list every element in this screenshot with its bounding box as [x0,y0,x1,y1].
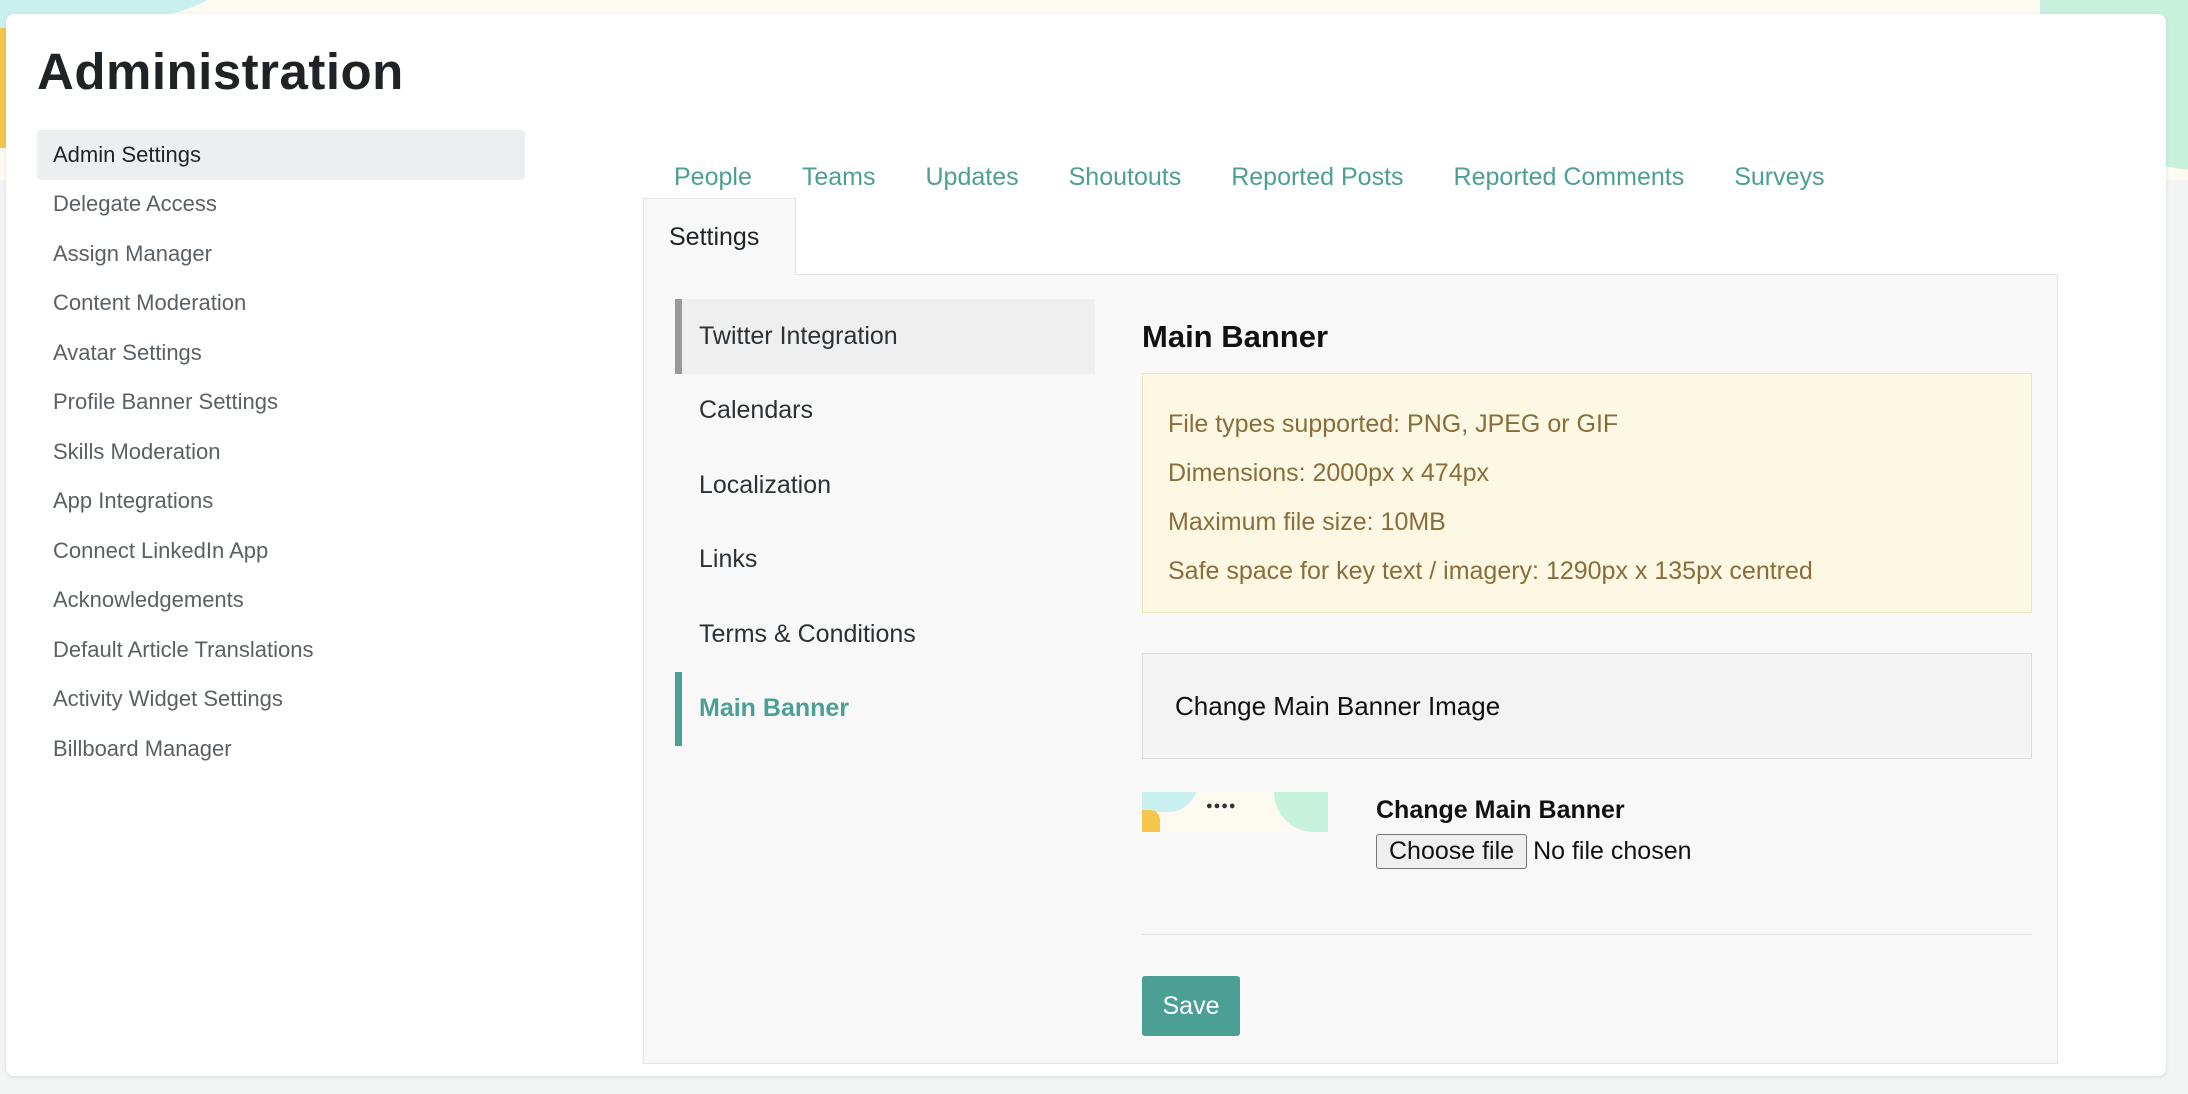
tab-teams[interactable]: Teams [777,163,901,192]
subnav-item-localization[interactable]: Localization [675,448,1095,523]
sidebar-item-label: Admin Settings [53,141,201,167]
tab-surveys[interactable]: Surveys [1709,163,1849,192]
thumbnail-decoration [1274,792,1328,832]
tab-settings[interactable]: Settings [643,198,796,275]
sidebar-item-label: Acknowledgements [53,587,244,613]
thumbnail-decoration [1142,792,1198,812]
subnav-item-calendars[interactable]: Calendars [675,374,1095,449]
sidebar-item-default-article-translations[interactable]: Default Article Translations [37,625,525,675]
sidebar-item-label: Skills Moderation [53,438,221,464]
banner-thumbnail: ●●●● [1142,792,1328,832]
sidebar-item-content-moderation[interactable]: Content Moderation [37,279,525,329]
subnav-item-label: Calendars [699,396,813,425]
info-max-file-size: Maximum file size: 10MB [1168,508,1446,536]
change-banner-header: Change Main Banner Image [1142,653,2032,759]
sidebar-item-profile-banner-settings[interactable]: Profile Banner Settings [37,378,525,428]
sidebar-item-connect-linkedin-app[interactable]: Connect LinkedIn App [37,526,525,576]
tab-shoutouts[interactable]: Shoutouts [1044,163,1207,192]
file-requirements-info: File types supported: PNG, JPEG or GIF D… [1142,373,2032,613]
upload-label: Change Main Banner [1376,795,1625,824]
section-title: Main Banner [1142,318,1329,354]
sidebar-item-acknowledgements[interactable]: Acknowledgements [37,576,525,626]
subnav-item-label: Twitter Integration [699,321,898,350]
admin-tabs: People Teams Updates Shoutouts Reported … [649,149,2069,205]
subnav-item-label: Terms & Conditions [699,619,916,648]
tab-row: People Teams Updates Shoutouts Reported … [649,149,2069,205]
sidebar-item-activity-widget-settings[interactable]: Activity Widget Settings [37,675,525,725]
tab-reported-comments[interactable]: Reported Comments [1429,163,1710,192]
sidebar-item-label: App Integrations [53,488,214,514]
info-file-types: File types supported: PNG, JPEG or GIF [1168,410,1619,438]
sidebar-item-billboard-manager[interactable]: Billboard Manager [37,724,525,774]
subnav-item-main-banner[interactable]: Main Banner [675,671,1095,746]
upload-row: ●●●● Change Main Banner Choose file No f… [1142,792,2032,922]
subnav-item-links[interactable]: Links [675,523,1095,598]
sidebar-item-label: Avatar Settings [53,339,202,365]
subnav-item-terms-conditions[interactable]: Terms & Conditions [675,597,1095,672]
sidebar-item-label: Connect LinkedIn App [53,537,269,563]
sidebar-item-label: Assign Manager [53,240,212,266]
save-button[interactable]: Save [1142,976,1240,1036]
sidebar-item-skills-moderation[interactable]: Skills Moderation [37,427,525,477]
main-banner-section: Main Banner File types supported: PNG, J… [1142,300,2032,1036]
subnav-item-label: Localization [699,470,832,499]
subnav-item-label: Links [699,545,758,574]
page-title: Administration [37,43,404,100]
info-dimensions: Dimensions: 2000px x 474px [1168,459,1490,487]
settings-subnav: Twitter Integration Calendars Localizati… [675,299,1095,746]
sidebar-item-label: Profile Banner Settings [53,389,279,415]
subnav-item-twitter-integration[interactable]: Twitter Integration [675,299,1095,374]
subnav-item-label: Main Banner [699,694,850,723]
tab-updates[interactable]: Updates [901,163,1044,192]
admin-sidebar: Admin Settings Delegate Access Assign Ma… [37,130,525,774]
divider [1142,934,2032,935]
sidebar-item-label: Billboard Manager [53,735,232,761]
sidebar-item-app-integrations[interactable]: App Integrations [37,477,525,527]
sidebar-item-assign-manager[interactable]: Assign Manager [37,229,525,279]
sidebar-item-admin-settings[interactable]: Admin Settings [37,130,525,180]
tab-reported-posts[interactable]: Reported Posts [1206,163,1428,192]
info-safe-space: Safe space for key text / imagery: 1290p… [1168,557,1813,585]
sidebar-item-delegate-access[interactable]: Delegate Access [37,180,525,230]
sidebar-item-label: Content Moderation [53,290,247,316]
thumbnail-decoration [1142,810,1160,832]
sidebar-item-label: Delegate Access [53,191,217,217]
sidebar-item-label: Default Article Translations [53,636,314,662]
thumbnail-people-icon: ●●●● [1206,800,1237,812]
choose-file-button[interactable]: Choose file [1376,834,1528,869]
sidebar-item-label: Activity Widget Settings [53,686,283,712]
sidebar-item-avatar-settings[interactable]: Avatar Settings [37,328,525,378]
upload-fields: Change Main Banner Choose file No file c… [1376,792,1692,922]
tab-people[interactable]: People [649,163,777,192]
file-input: Choose file No file chosen [1376,834,1692,869]
file-status: No file chosen [1533,837,1692,865]
